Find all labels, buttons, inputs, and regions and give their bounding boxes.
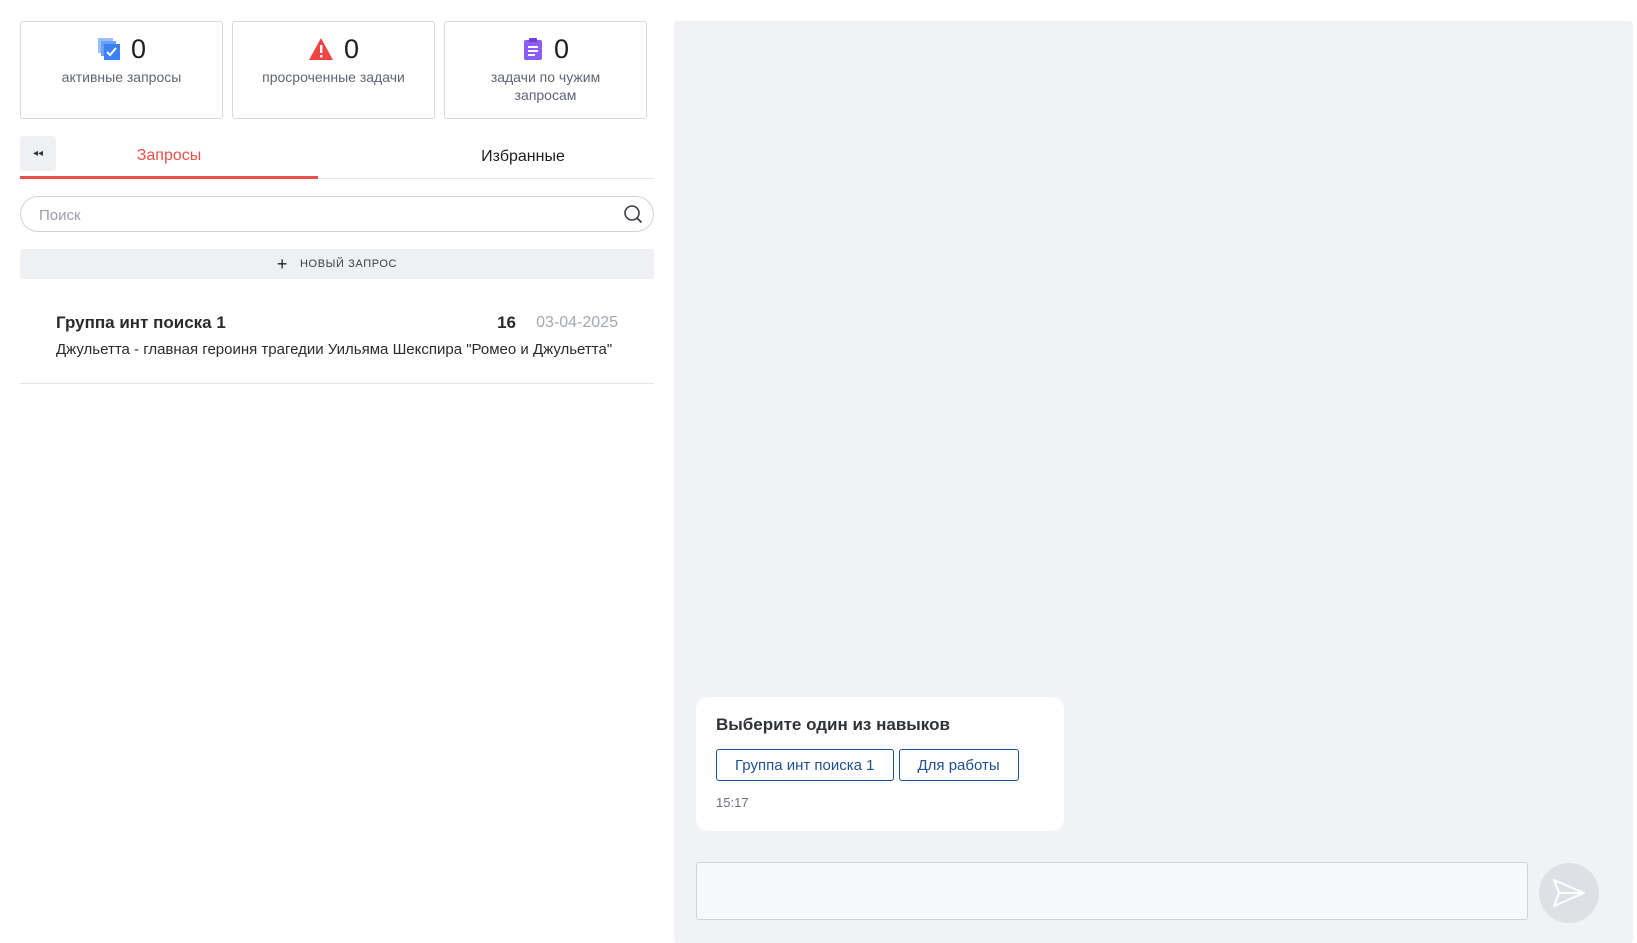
stat-label: активные запросы	[61, 69, 182, 85]
bot-message: Выберите один из навыков Группа инт поис…	[696, 697, 1064, 831]
message-time: 15:17	[716, 795, 749, 810]
left-panel: 0 активные запросы 0 просроченные задачи	[20, 21, 654, 384]
stat-count: 0	[553, 34, 570, 64]
stats-row: 0 активные запросы 0 просроченные задачи	[20, 21, 654, 119]
search-icon[interactable]	[623, 204, 643, 224]
active-requests-icon	[97, 38, 120, 60]
stat-count: 0	[130, 34, 147, 64]
send-button[interactable]	[1539, 863, 1599, 923]
search-box	[20, 196, 654, 233]
clipboard-icon	[523, 38, 542, 60]
search-input[interactable]	[21, 197, 601, 233]
plus-icon: +	[276, 254, 288, 274]
stat-foreign-tasks[interactable]: 0 задачи по чужим запросам	[444, 21, 647, 119]
chat-panel: Выберите один из навыков Группа инт поис…	[674, 21, 1633, 943]
request-date: 03-04-2025	[536, 314, 618, 331]
stat-label: просроченные задачи	[262, 69, 405, 85]
message-title: Выберите один из навыков	[716, 715, 950, 734]
message-composer	[696, 862, 1528, 920]
skill-button[interactable]: Для работы	[898, 749, 1019, 781]
stat-overdue-tasks[interactable]: 0 просроченные задачи	[232, 21, 435, 119]
new-request-label: НОВЫЙ ЗАПРОС	[300, 258, 398, 270]
warning-icon	[308, 38, 333, 60]
tab-favorites[interactable]: Избранные	[360, 136, 686, 177]
request-list-item[interactable]: Группа инт поиска 1 16 03-04-2025 Джулье…	[20, 301, 654, 384]
request-title: Группа инт поиска 1	[56, 313, 226, 332]
stat-active-requests[interactable]: 0 активные запросы	[20, 21, 223, 119]
message-input[interactable]	[697, 863, 1527, 919]
send-icon	[1553, 879, 1585, 907]
stat-label: задачи по чужим запросам	[490, 69, 601, 103]
skill-options: Группа инт поиска 1 Для работы	[716, 749, 1044, 781]
request-count: 16	[497, 313, 516, 332]
tab-requests[interactable]: Запросы	[20, 136, 318, 179]
new-request-button[interactable]: + НОВЫЙ ЗАПРОС	[20, 249, 654, 279]
stat-count: 0	[343, 34, 360, 64]
skill-button[interactable]: Группа инт поиска 1	[716, 749, 894, 781]
tabs: Запросы ◂◂ Избранные	[20, 136, 654, 179]
double-chevron-left-icon: ◂◂	[32, 148, 44, 159]
request-preview: Джульетта - главная героиня трагедии Уил…	[56, 341, 613, 358]
collapse-panel-button[interactable]: ◂◂	[20, 136, 56, 171]
